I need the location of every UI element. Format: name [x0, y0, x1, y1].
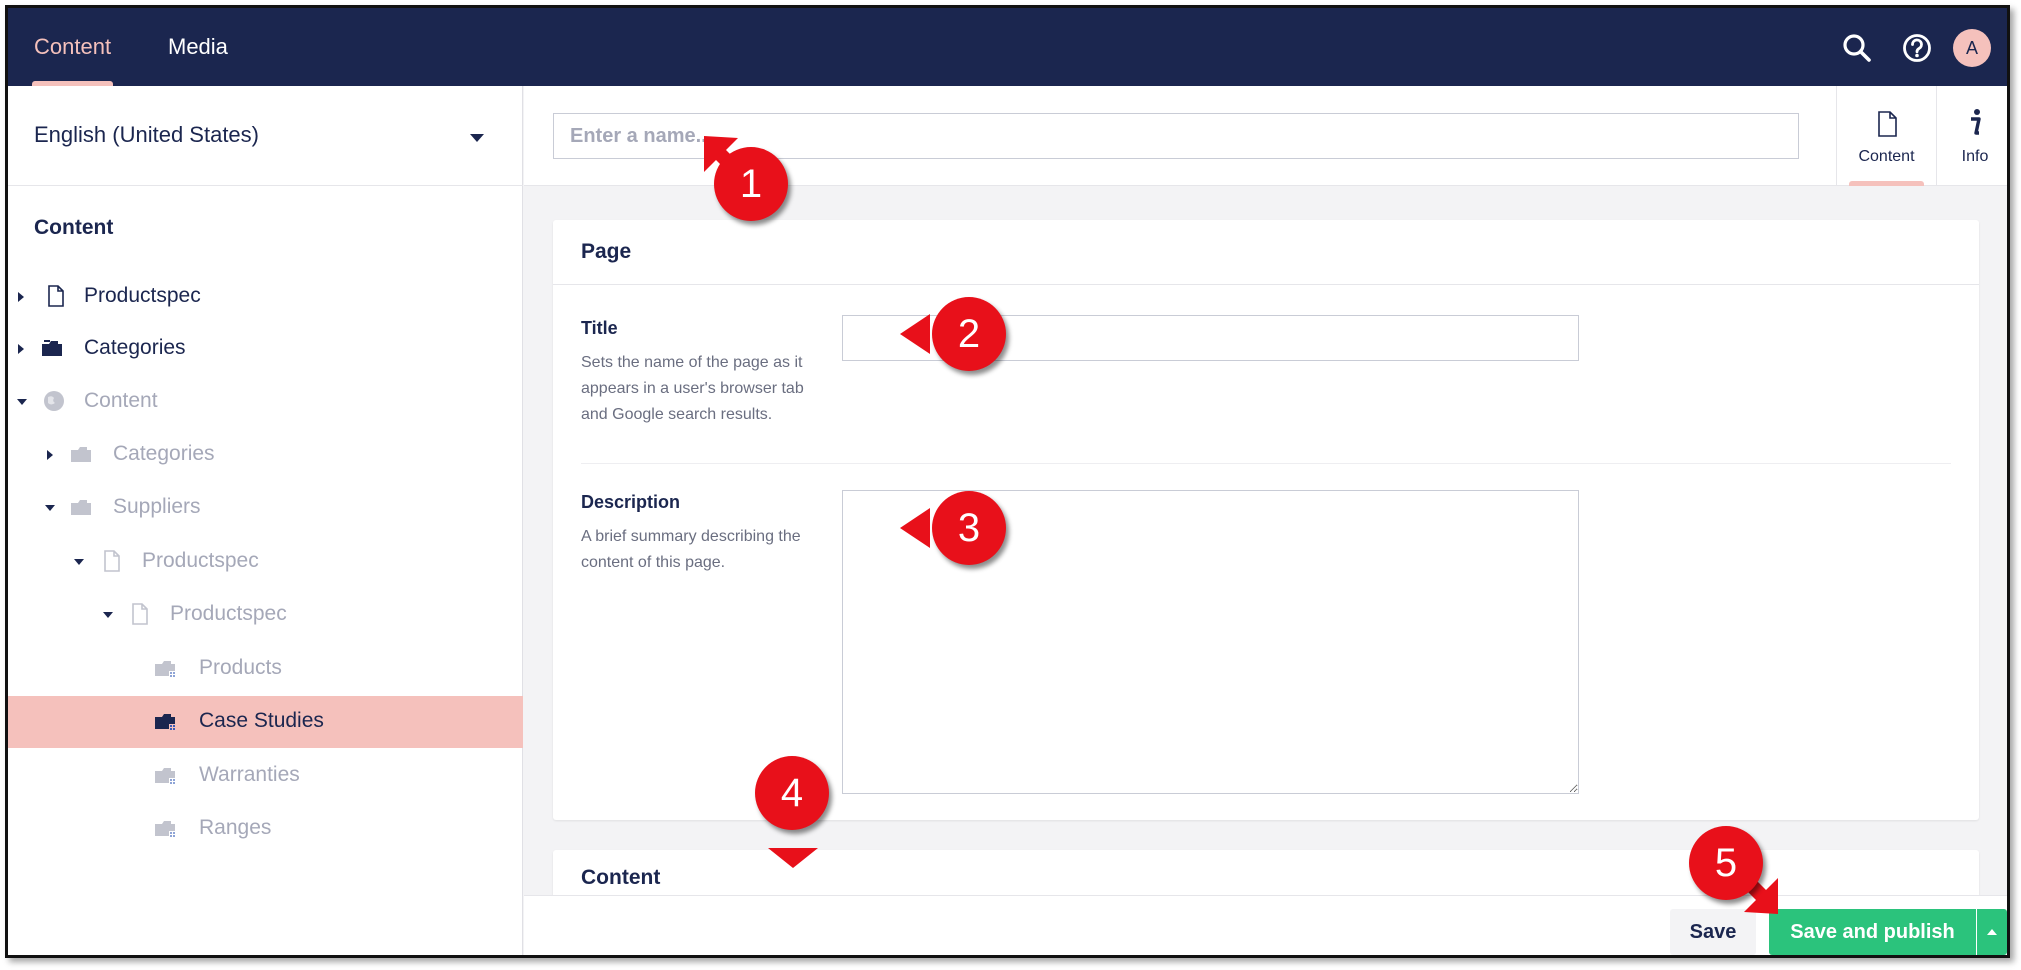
property-label-title: Title	[581, 318, 618, 338]
tree-item-categories[interactable]: Categories	[8, 323, 523, 375]
chevron-down-icon	[470, 134, 484, 142]
save-and-publish-button[interactable]: Save and publish	[1769, 909, 1976, 955]
caret-down-icon[interactable]	[103, 612, 113, 618]
folder-grid-icon	[155, 661, 177, 679]
tree-item-products[interactable]: Products	[8, 643, 523, 695]
content-tree-sidebar: English (United States) Content Products…	[8, 86, 523, 955]
callout-3: 3	[932, 491, 1006, 565]
tree-item-label: Products	[199, 656, 282, 679]
tree-item-ranges[interactable]: Ranges	[8, 803, 523, 855]
document-icon	[1878, 111, 1897, 137]
caret-down-icon[interactable]	[74, 559, 84, 565]
globe-icon	[44, 391, 64, 411]
user-avatar[interactable]: A	[1953, 29, 1991, 67]
document-icon	[132, 603, 148, 625]
language-label: English (United States)	[34, 122, 259, 147]
callout-1: 1	[714, 147, 788, 221]
editor-footer: Save Save and publish	[524, 895, 2007, 955]
publish-options-dropdown[interactable]	[1977, 909, 2007, 955]
search-icon[interactable]	[1841, 32, 1873, 64]
tree-item-categories-sub[interactable]: Categories	[8, 429, 523, 481]
caret-down-icon[interactable]	[17, 399, 27, 405]
tree-item-productspec-nested[interactable]: Productspec	[8, 589, 523, 641]
property-label-description: Description	[581, 492, 681, 512]
info-icon	[1971, 109, 1981, 135]
callout-2: 2	[932, 297, 1006, 371]
app-tab-label: Content	[1858, 148, 1915, 165]
save-button[interactable]: Save	[1670, 909, 1756, 955]
tree-item-label: Categories	[113, 442, 215, 465]
tree-item-productspec-sub[interactable]: Productspec	[8, 536, 523, 588]
tree-item-case-studies[interactable]: Case Studies	[8, 696, 523, 748]
caret-down-icon[interactable]	[45, 505, 55, 511]
callout-5: 5	[1689, 826, 1763, 900]
callout-4: 4	[755, 756, 829, 830]
folder-grid-icon	[155, 821, 177, 839]
tree-item-productspec[interactable]: Productspec	[8, 271, 523, 323]
help-icon[interactable]	[1901, 32, 1933, 64]
caret-right-icon[interactable]	[18, 292, 24, 302]
group-title: Page	[581, 240, 632, 263]
tree-item-suppliers[interactable]: Suppliers	[8, 482, 523, 534]
nav-tab-media[interactable]: Media	[168, 8, 228, 86]
tree-item-label: Case Studies	[199, 709, 324, 732]
language-selector[interactable]: English (United States)	[8, 86, 523, 186]
app-tab-info[interactable]: Info	[1936, 86, 2007, 186]
top-navigation-bar: Content Media A	[8, 8, 2007, 86]
tree-item-label: Categories	[84, 336, 186, 359]
page-group-panel: Page Title Sets the name of the page as …	[553, 220, 1979, 820]
folder-icon	[71, 500, 91, 515]
tree-item-label: Ranges	[199, 816, 272, 839]
caret-right-icon[interactable]	[18, 344, 24, 354]
tree-item-label: Warranties	[199, 763, 300, 786]
property-description-title: Sets the name of the page as it appears …	[581, 354, 804, 423]
divider	[581, 463, 1951, 464]
tree-heading[interactable]: Content	[34, 216, 113, 240]
folder-grid-icon	[155, 714, 177, 732]
document-icon	[48, 285, 64, 307]
tree-item-label: Productspec	[170, 602, 287, 625]
nav-tab-content[interactable]: Content	[31, 8, 114, 86]
folder-icon	[42, 340, 62, 356]
tree-item-label: Productspec	[142, 549, 259, 572]
tree-item-warranties[interactable]: Warranties	[8, 750, 523, 802]
document-icon	[104, 550, 120, 572]
folder-grid-icon	[155, 768, 177, 786]
tree-item-label: Productspec	[84, 284, 201, 307]
tree-item-label: Suppliers	[113, 495, 201, 518]
divider	[553, 284, 1979, 285]
property-description-description: A brief summary describing the content o…	[581, 528, 801, 571]
app-window: Content Media A English (United States) …	[5, 5, 2010, 958]
folder-icon	[71, 447, 91, 462]
app-tab-content[interactable]: Content	[1836, 86, 1936, 186]
group-title: Content	[581, 866, 661, 889]
caret-right-icon[interactable]	[47, 450, 53, 460]
tree-item-label: Content	[84, 389, 158, 412]
app-tab-label: Info	[1961, 148, 1989, 165]
tree-item-content-root[interactable]: Content	[8, 376, 523, 428]
